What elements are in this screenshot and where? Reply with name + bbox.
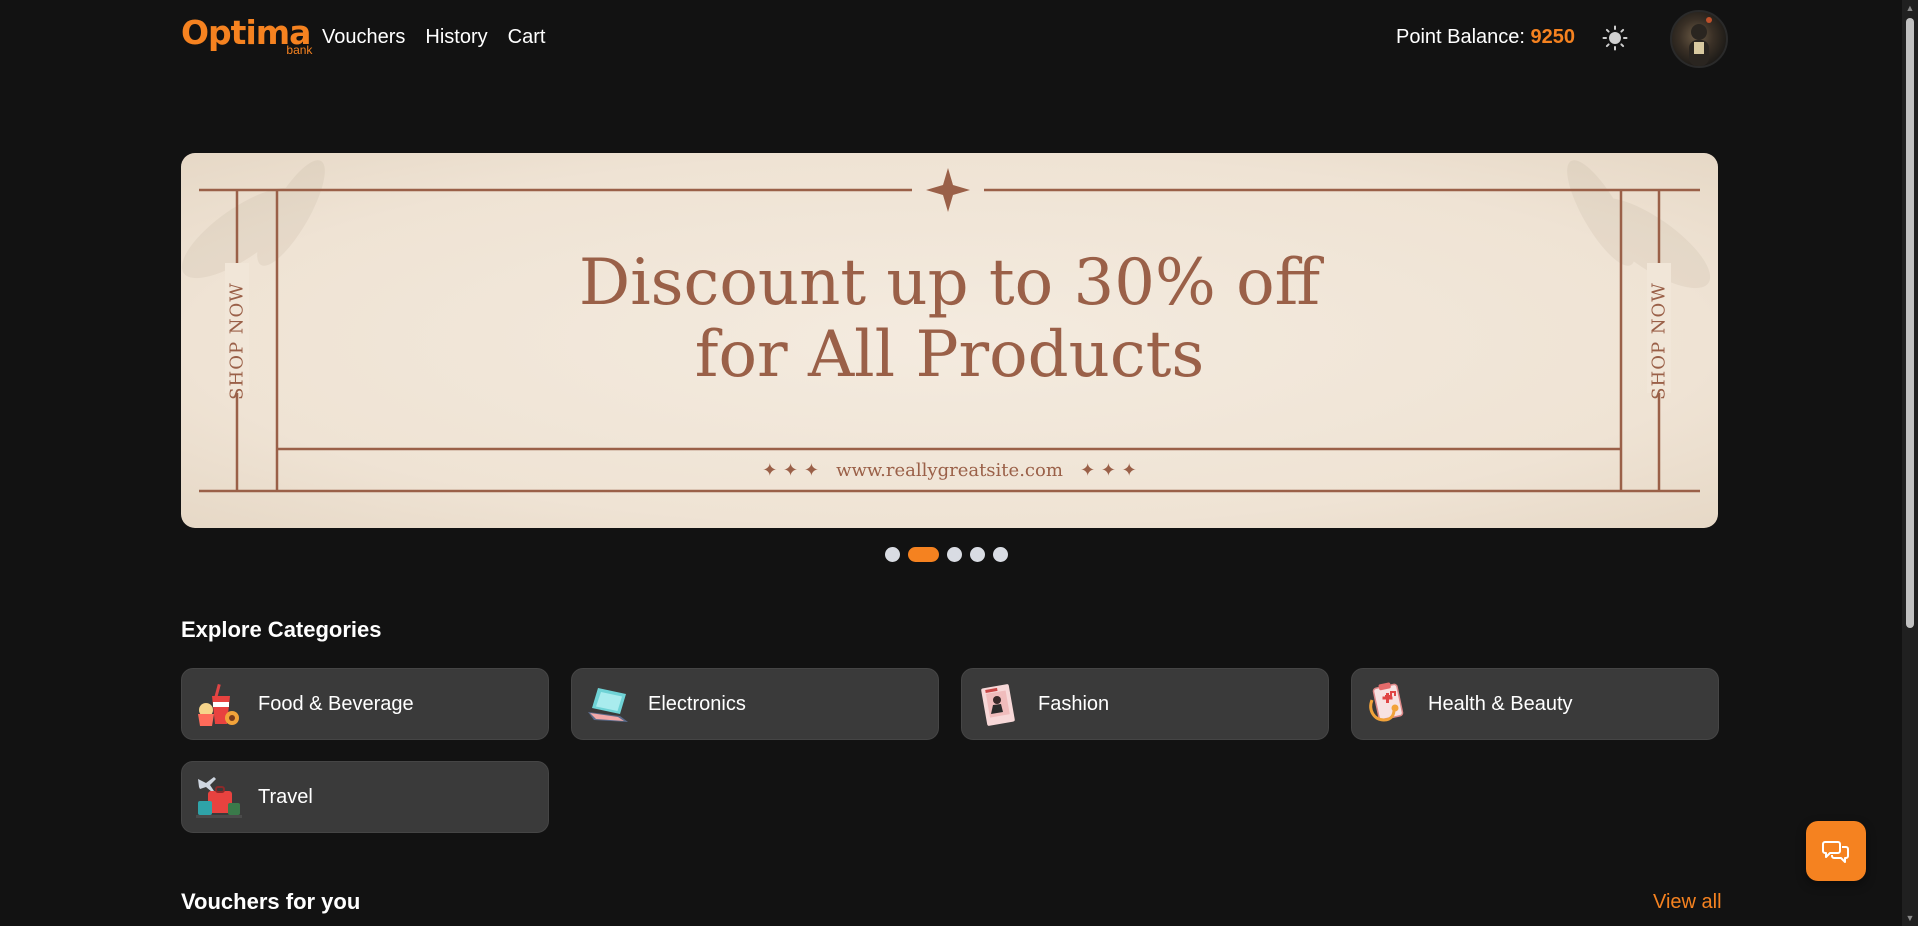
view-all-link[interactable]: View all [1653, 891, 1722, 914]
banner-url: ✦ ✦ ✦ www.reallygreatsite.com ✦ ✦ ✦ [762, 460, 1137, 481]
category-fashion[interactable]: Fashion [961, 668, 1329, 740]
category-label: Fashion [1038, 692, 1110, 715]
carousel-dot[interactable] [970, 547, 985, 562]
logo-subtext: bank [286, 43, 313, 57]
health-clipboard-icon [1362, 678, 1414, 730]
nav-link-cart[interactable]: Cart [508, 26, 546, 49]
chat-bubbles-icon [1822, 841, 1849, 863]
scroll-thumb[interactable] [1906, 18, 1914, 628]
chat-button[interactable] [1806, 821, 1866, 881]
nav-link-vouchers[interactable]: Vouchers [322, 26, 405, 49]
scroll-up-arrow-icon[interactable]: ▲ [1902, 0, 1918, 16]
category-health-beauty[interactable]: Health & Beauty [1351, 668, 1719, 740]
category-label: Health & Beauty [1428, 692, 1573, 715]
banner-headline-line2: for All Products [694, 318, 1205, 392]
banner-headline: Discount up to 30% off for All Products [181, 247, 1718, 391]
optima-bank-logo[interactable]: Optima bank [181, 16, 312, 56]
vouchers-title: Vouchers for you [181, 889, 361, 914]
category-label: Food & Beverage [258, 692, 414, 715]
category-label: Electronics [648, 692, 746, 715]
category-food-beverage[interactable]: Food & Beverage [181, 668, 549, 740]
user-avatar[interactable] [1670, 10, 1728, 68]
banner-headline-line1: Discount up to 30% off [578, 246, 1321, 320]
carousel-dot[interactable] [993, 547, 1008, 562]
nav-links: Vouchers History Cart [322, 26, 545, 49]
page-scrollbar[interactable]: ▲ ▼ [1902, 0, 1918, 926]
fashion-magazine-icon [972, 678, 1024, 730]
carousel-dot-active[interactable] [908, 547, 939, 562]
carousel-dot[interactable] [947, 547, 962, 562]
food-icon [192, 678, 244, 730]
point-balance: Point Balance: 9250 [1396, 26, 1575, 49]
point-balance-label: Point Balance: [1396, 26, 1525, 48]
nav-link-history[interactable]: History [425, 26, 487, 49]
category-travel[interactable]: Travel [181, 761, 549, 833]
category-label: Travel [258, 785, 313, 808]
scroll-down-arrow-icon[interactable]: ▼ [1902, 910, 1918, 926]
top-navbar: Optima bank Vouchers History Cart Point … [0, 0, 1900, 78]
carousel-indicators [885, 547, 1008, 562]
sun-icon[interactable] [1601, 24, 1629, 52]
category-electronics[interactable]: Electronics [571, 668, 939, 740]
travel-luggage-icon [192, 771, 244, 823]
promo-banner[interactable]: SHOP NOW SHOP NOW Discount up to 30% off… [181, 153, 1718, 528]
laptop-icon [582, 678, 634, 730]
carousel-dot[interactable] [885, 547, 900, 562]
categories-title: Explore Categories [181, 617, 382, 642]
point-balance-value: 9250 [1530, 26, 1576, 48]
